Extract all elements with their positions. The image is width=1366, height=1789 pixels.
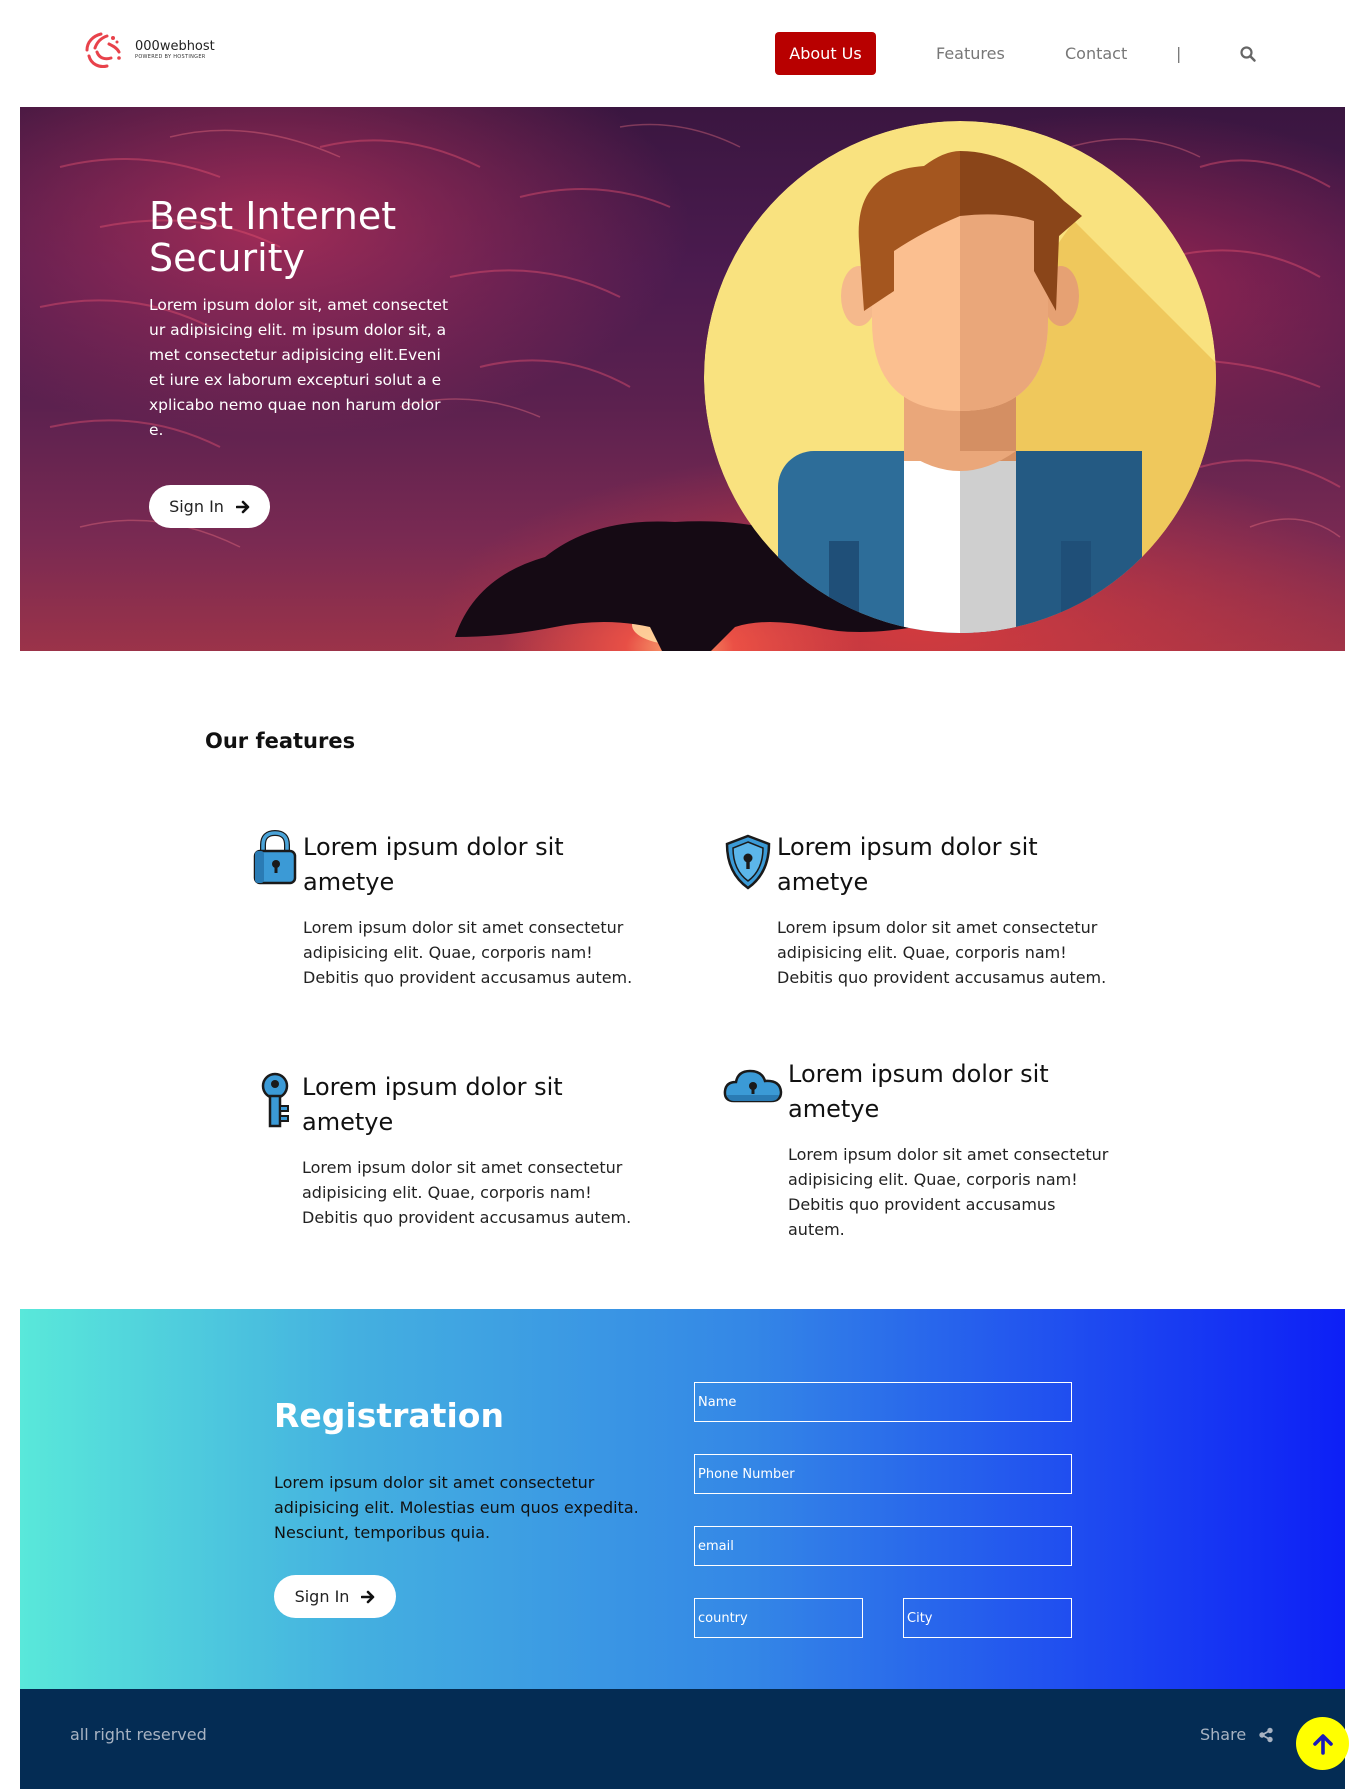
user-avatar-illustration xyxy=(704,121,1216,633)
country-field[interactable] xyxy=(694,1598,863,1638)
logo-tagline: POWERED BY HOSTINGER xyxy=(135,54,206,60)
share-label: Share xyxy=(1200,1725,1247,1744)
hero-description: Lorem ipsum dolor sit, amet consectetur … xyxy=(149,296,449,439)
feature-title: Lorem ipsum dolor sit ametye xyxy=(788,1060,1049,1123)
registration-sign-in-button[interactable]: Sign In xyxy=(274,1575,396,1618)
registration-sign-in-label: Sign In xyxy=(294,1587,350,1606)
hero-sign-in-label: Sign In xyxy=(169,497,224,516)
footer-copyright: all right reserved xyxy=(70,1725,207,1744)
cloud-lock-icon xyxy=(723,1069,783,1103)
feature-description: Lorem ipsum dolor sit amet consectetur a… xyxy=(777,918,1107,987)
key-icon xyxy=(261,1072,289,1128)
logo-swirl-icon xyxy=(85,32,121,68)
email-field[interactable] xyxy=(694,1526,1072,1566)
share-icon xyxy=(1259,1727,1273,1742)
phone-number-field[interactable] xyxy=(694,1454,1072,1494)
scroll-to-top-button[interactable] xyxy=(1296,1717,1349,1770)
registration-section: Registration Lorem ipsum dolor sit amet … xyxy=(20,1309,1345,1689)
site-footer: all right reserved Share xyxy=(20,1689,1345,1789)
feature-description: Lorem ipsum dolor sit amet consectetur a… xyxy=(303,918,633,987)
nav-contact[interactable]: Contact xyxy=(1050,32,1142,75)
site-header: 000webhost POWERED BY HOSTINGER About Us… xyxy=(0,0,1366,107)
share-button[interactable]: Share xyxy=(1200,1725,1274,1744)
nav-about-us[interactable]: About Us xyxy=(775,32,876,75)
arrow-up-icon xyxy=(1312,1733,1333,1755)
city-field[interactable] xyxy=(903,1598,1072,1638)
arrow-right-icon xyxy=(361,1590,375,1603)
search-icon[interactable] xyxy=(1239,45,1257,63)
nav-separator: | xyxy=(1176,44,1182,63)
shield-icon xyxy=(725,834,771,890)
registration-description: Lorem ipsum dolor sit amet consectetur a… xyxy=(274,1473,639,1542)
feature-title: Lorem ipsum dolor sit ametye xyxy=(303,833,564,896)
feature-description: Lorem ipsum dolor sit amet consectetur a… xyxy=(788,1145,1109,1239)
nav-features[interactable]: Features xyxy=(921,32,1020,75)
feature-description: Lorem ipsum dolor sit amet consectetur a… xyxy=(302,1158,632,1227)
logo-name: 000webhost xyxy=(135,39,215,54)
logo[interactable]: 000webhost POWERED BY HOSTINGER xyxy=(79,28,215,72)
hero-banner: Best Internet Security Lorem ipsum dolor… xyxy=(20,107,1345,651)
features-heading: Our features xyxy=(205,729,356,753)
registration-title: Registration xyxy=(274,1396,504,1435)
hero-title: Best Internet Security xyxy=(149,194,397,280)
feature-title: Lorem ipsum dolor sit ametye xyxy=(777,833,1038,896)
name-field[interactable] xyxy=(694,1382,1072,1422)
padlock-icon xyxy=(253,829,297,885)
page: 000webhost POWERED BY HOSTINGER About Us… xyxy=(0,0,1366,1789)
arrow-right-icon xyxy=(235,500,250,513)
feature-title: Lorem ipsum dolor sit ametye xyxy=(302,1073,563,1136)
hero-sign-in-button[interactable]: Sign In xyxy=(149,485,270,528)
